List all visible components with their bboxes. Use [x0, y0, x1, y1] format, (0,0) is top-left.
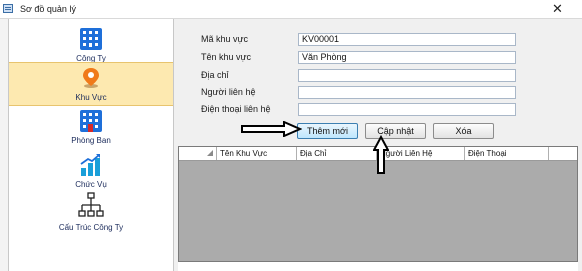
sidebar-item-label: Chức Vụ — [75, 180, 107, 189]
app-window-icon — [3, 4, 13, 13]
sidebar-item-label: Cấu Trúc Công Ty — [58, 223, 124, 232]
right-arrow-annotation-icon — [241, 121, 302, 137]
column-header-nguoi-lien-he[interactable]: Người Liên Hệ — [377, 147, 465, 160]
title-bar: Sơ đồ quản lý ✕ — [0, 0, 582, 19]
close-button[interactable]: ✕ — [551, 2, 564, 15]
field-label-dia-chi: Địa chỉ — [201, 70, 229, 80]
sidebar-item-cau-truc-cong-ty[interactable]: Cấu Trúc Công Ty — [9, 192, 173, 236]
column-header-ten-khu-vuc[interactable]: Tên Khu Vực — [217, 147, 297, 160]
department-building-icon — [80, 110, 102, 132]
sidebar-item-cong-ty[interactable]: Công Ty — [9, 25, 173, 65]
field-label-nguoi-lien-he: Người liên hệ — [201, 87, 256, 97]
org-chart-icon — [78, 192, 104, 217]
sidebar-item-phong-ban[interactable]: Phòng Ban — [9, 108, 173, 148]
nguoi-lien-he-input[interactable] — [298, 86, 516, 99]
ten-khu-vuc-input[interactable]: Văn Phòng — [298, 51, 516, 64]
building-icon — [80, 28, 102, 50]
window-title: Sơ đồ quản lý — [20, 4, 76, 14]
row-header-corner — [179, 147, 217, 160]
dia-chi-input[interactable] — [298, 69, 516, 82]
select-all-glyph-icon — [207, 150, 213, 156]
sidebar-item-label: Phòng Ban — [71, 136, 111, 145]
up-arrow-annotation-icon — [373, 135, 389, 174]
sidebar-item-label: Khu Vực — [75, 93, 107, 102]
left-edge-strip — [0, 19, 9, 271]
bar-chart-icon — [80, 154, 100, 176]
sidebar-item-chuc-vu[interactable]: Chức Vụ — [9, 150, 173, 192]
sidebar: Công Ty Khu Vực Phòng Ban Chức Vụ Cấu Tr… — [9, 19, 174, 271]
add-button[interactable]: Thêm mới — [297, 123, 358, 139]
delete-button[interactable]: Xóa — [433, 123, 494, 139]
column-header-dien-thoai[interactable]: Điện Thoại — [465, 147, 549, 160]
ma-khu-vuc-input[interactable]: KV00001 — [298, 33, 516, 46]
field-label-ma-khu-vuc: Mã khu vực — [201, 34, 249, 44]
grid-bottom-area — [178, 262, 578, 271]
field-label-dien-thoai-lien-he: Điện thoại liên hệ — [201, 104, 271, 114]
sidebar-item-khu-vuc[interactable]: Khu Vực — [9, 62, 173, 106]
field-label-ten-khu-vuc: Tên khu vực — [201, 52, 252, 62]
column-header-dia-chi[interactable]: Địa Chỉ — [297, 147, 377, 160]
dien-thoai-lien-he-input[interactable] — [298, 103, 516, 116]
map-pin-icon — [83, 68, 99, 88]
main-panel: Mã khu vực KV00001 Tên khu vực Văn Phòng… — [174, 19, 582, 271]
